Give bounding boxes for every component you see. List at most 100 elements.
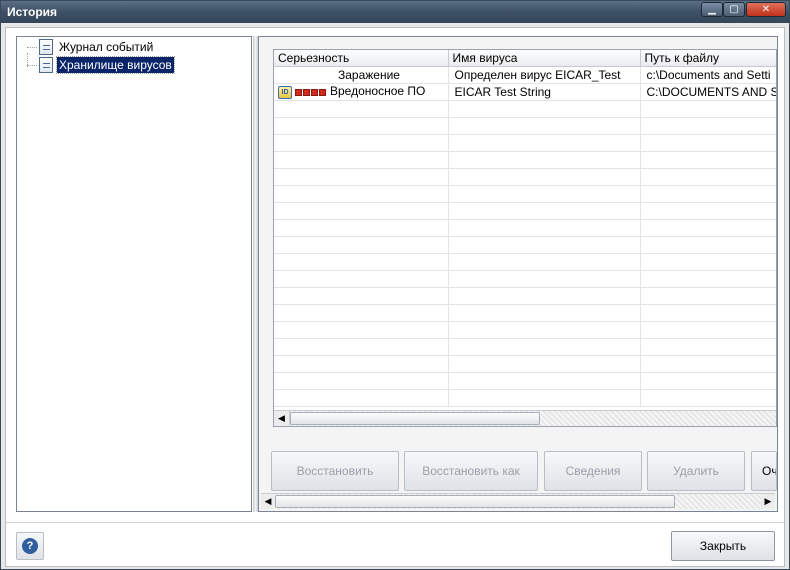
empty-row (274, 338, 776, 356)
storage-icon (39, 57, 53, 73)
empty-cell (274, 389, 449, 407)
maximize-icon: ▢ (729, 4, 739, 15)
details-button[interactable]: Сведения (544, 451, 642, 491)
empty-cell (448, 202, 641, 220)
delete-button[interactable]: Удалить (647, 451, 745, 491)
empty-cell (640, 202, 776, 220)
empty-cell (640, 287, 776, 305)
table-horizontal-scrollbar[interactable]: ◀ (274, 410, 776, 426)
empty-cell (448, 185, 641, 203)
empty-row (274, 202, 776, 220)
severity-cell: Заражение (274, 66, 449, 84)
virus-name-cell: EICAR Test String (448, 83, 641, 101)
empty-cell (640, 338, 776, 356)
empty-cell (448, 287, 641, 305)
empty-cell (640, 372, 776, 390)
empty-cell (640, 117, 776, 135)
empty-cell (274, 202, 449, 220)
empty-cell (274, 134, 449, 152)
scroll-left-icon[interactable]: ◀ (274, 411, 290, 426)
client-area: Журнал событий Хранилище вирусов Серьезн… (5, 27, 785, 567)
empty-cell (448, 151, 641, 169)
empty-cell (640, 270, 776, 288)
empty-cell (274, 355, 449, 373)
close-icon: ✕ (761, 4, 771, 15)
journal-icon (39, 39, 53, 55)
restore-as-button[interactable]: Восстановить как (404, 451, 538, 491)
file-path-cell: C:\DOCUMENTS AND SE (640, 83, 776, 101)
empty-row (274, 185, 776, 203)
minimize-icon: ▁ (708, 4, 716, 15)
empty-cell (274, 270, 449, 288)
help-icon: ? (22, 538, 38, 554)
empty-cell (640, 304, 776, 322)
empty-cell (448, 304, 641, 322)
empty-cell (448, 321, 641, 339)
help-button[interactable]: ? (16, 532, 44, 560)
empty-cell (274, 236, 449, 254)
table-row[interactable]: Заражение Определен вирус EICAR_Test c:\Do… (274, 66, 776, 84)
pane-horizontal-scrollbar[interactable]: ◀ ▶ (261, 493, 775, 509)
empty-cell (274, 321, 449, 339)
clear-button[interactable]: Оч (751, 451, 777, 491)
empty-cell (448, 219, 641, 237)
close-window-button[interactable]: ✕ (746, 2, 786, 17)
severity-text: Вредоносное ПО (330, 84, 426, 99)
empty-cell (274, 151, 449, 169)
empty-cell (448, 338, 641, 356)
empty-cell (274, 100, 449, 118)
scroll-thumb[interactable] (275, 495, 675, 508)
virus-table: Серьезность Имя вируса Путь к файлу Зара… (273, 49, 777, 427)
footer-divider (6, 522, 784, 523)
severity-text: Заражение (338, 67, 400, 82)
table-header: Серьезность Имя вируса Путь к файлу (274, 50, 776, 67)
history-window: История ▁ ▢ ✕ Журнал событий Хранилище в… (0, 0, 790, 570)
empty-row (274, 389, 776, 407)
minimize-button[interactable]: ▁ (701, 2, 723, 17)
navigation-tree: Журнал событий Хранилище вирусов (16, 36, 252, 512)
empty-cell (448, 134, 641, 152)
maximize-button[interactable]: ▢ (723, 2, 745, 17)
empty-cell (448, 355, 641, 373)
empty-cell (640, 134, 776, 152)
close-button[interactable]: Закрыть (671, 531, 775, 561)
empty-cell (274, 219, 449, 237)
severity-level-icon (319, 88, 326, 96)
empty-cell (274, 287, 449, 305)
empty-cell (640, 236, 776, 254)
column-header-severity[interactable]: Серьезность (274, 50, 449, 67)
scroll-left-icon[interactable]: ◀ (261, 494, 275, 509)
empty-cell (448, 236, 641, 254)
tree-item-label: Хранилище вирусов (56, 56, 175, 74)
table-row[interactable]: ID Вредоносное ПО EICAR Test String C:\DOCU… (274, 83, 776, 101)
severity-level-icon (311, 88, 318, 96)
empty-row (274, 355, 776, 373)
column-header-file-path[interactable]: Путь к файлу (640, 50, 776, 67)
empty-row (274, 151, 776, 169)
empty-cell (640, 100, 776, 118)
empty-cell (640, 389, 776, 407)
restore-button[interactable]: Восстановить (271, 451, 399, 491)
empty-cell (274, 253, 449, 271)
severity-level-icon (303, 88, 310, 96)
empty-cell (448, 372, 641, 390)
empty-row (274, 134, 776, 152)
empty-cell (640, 168, 776, 186)
scroll-thumb[interactable] (290, 412, 540, 425)
empty-row (274, 287, 776, 305)
empty-cell (640, 355, 776, 373)
empty-cell (640, 151, 776, 169)
empty-cell (274, 304, 449, 322)
scroll-right-icon[interactable]: ▶ (761, 494, 775, 509)
column-header-virus-name[interactable]: Имя вируса (448, 50, 641, 67)
severity-icon: ID (278, 85, 326, 99)
empty-cell (448, 389, 641, 407)
empty-cell (274, 117, 449, 135)
empty-row (274, 372, 776, 390)
empty-cell (640, 185, 776, 203)
title-bar: История ▁ ▢ ✕ (1, 1, 789, 23)
empty-cell (274, 338, 449, 356)
empty-row (274, 117, 776, 135)
empty-cell (448, 270, 641, 288)
empty-cell (274, 168, 449, 186)
